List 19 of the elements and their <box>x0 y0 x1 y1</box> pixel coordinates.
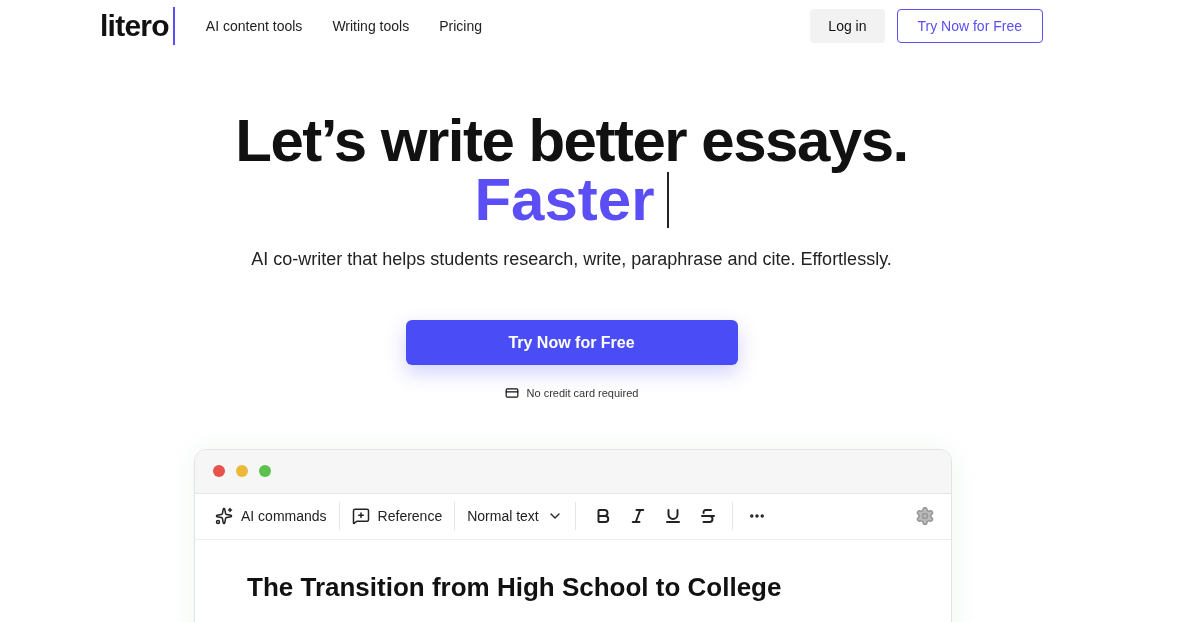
try-free-button[interactable]: Try Now for Free <box>896 9 1043 43</box>
cta-button[interactable]: Try Now for Free <box>405 320 738 365</box>
subtitle: AI co-writer that helps students research, write, paraphrase and cite. Effortlessly. <box>251 248 892 271</box>
nav-link[interactable]: Writing tools <box>332 15 410 37</box>
sparkles-icon <box>215 507 233 525</box>
highlight-word: Faster <box>474 170 655 230</box>
credit-card-icon <box>504 386 519 401</box>
speech-bubble-plus-icon <box>351 507 370 525</box>
toolbar-button[interactable]: AI commands <box>207 505 335 527</box>
nav-link[interactable]: AI content tools <box>205 15 303 37</box>
nav-link[interactable]: Pricing <box>439 15 482 37</box>
document-title: The Transition from High School to College <box>247 570 783 604</box>
toolbar-button[interactable]: Reference <box>343 505 451 527</box>
no-card-note: No credit card required <box>526 386 639 401</box>
text-style-dropdown[interactable]: Normal text <box>459 505 571 527</box>
settings-icon[interactable] <box>915 506 935 526</box>
logo[interactable]: litero <box>100 11 173 41</box>
login-button[interactable]: Log in <box>810 9 885 43</box>
text-cursor <box>666 172 669 228</box>
